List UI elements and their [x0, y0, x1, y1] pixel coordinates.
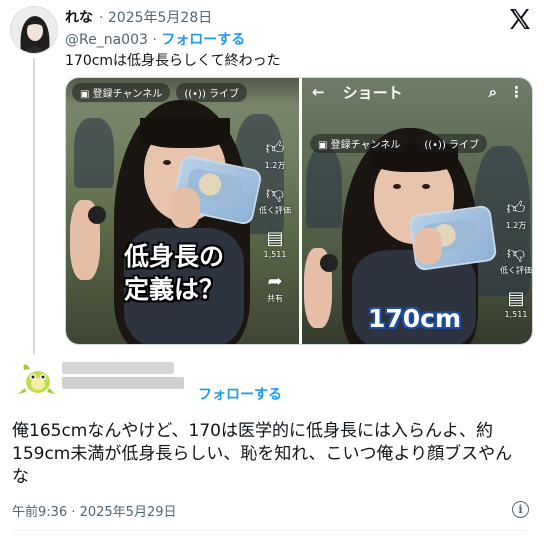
shorts-header: ← ショート ⌕ ⋮ — [302, 78, 532, 106]
quoted-follow-button[interactable]: フォローする — [161, 32, 245, 48]
live-icon: ((•)) — [184, 88, 206, 100]
search-icon[interactable]: ⌕ — [489, 83, 497, 101]
left-subscribe-pill[interactable]: ▣ 登録チャンネル — [72, 82, 171, 102]
quoted-author-avatar[interactable] — [10, 6, 58, 54]
more-icon[interactable]: ⋮ — [509, 83, 524, 101]
background-person — [306, 148, 342, 228]
comment-icon[interactable]: ▤ — [266, 230, 283, 248]
right-likes-count: 1.2万 — [505, 221, 527, 230]
media-grid[interactable]: ▣ 登録チャンネル ((•)) ライブ 低身長の 定義は？ 👍︎ 1.2万 👎︎… — [65, 77, 533, 345]
quoted-name-row: れな · 2025年5月28日 — [65, 7, 212, 27]
thumbs-up-icon[interactable]: 👍︎ — [507, 200, 526, 218]
shorts-header-title: ショート — [342, 83, 403, 102]
info-icon[interactable]: i — [512, 501, 529, 518]
comment-icon[interactable]: ▤ — [507, 290, 524, 308]
divider — [12, 530, 527, 531]
left-dislike-label: 低く評価 — [259, 206, 291, 215]
share-icon[interactable]: ➦ — [267, 273, 282, 291]
right-dislike-label: 低く評価 — [500, 266, 532, 275]
redacted-handle — [62, 377, 184, 389]
overlay-line-1: 低身長の — [124, 242, 225, 271]
background-person — [74, 118, 114, 188]
back-arrow-icon[interactable]: ← — [312, 83, 325, 101]
quoted-tweet-text: 170cmは低身長らしくて終わった — [65, 53, 281, 69]
girl-hand — [170, 188, 200, 228]
right-overlay-caption: 170cm — [368, 304, 462, 333]
x-logo-icon[interactable] — [508, 7, 532, 31]
reply-follow-button[interactable]: フォローする — [198, 384, 282, 404]
redacted-display-name — [62, 362, 174, 374]
left-overlay-caption: 低身長の 定義は？ — [124, 240, 224, 306]
overlay-line-2: 定義は？ — [124, 275, 225, 304]
left-share-label: 共有 — [267, 294, 283, 303]
video-still-right[interactable]: ← ショート ⌕ ⋮ ▣ 登録チャンネル ((•)) ライブ 170cm 👍︎ … — [302, 78, 532, 344]
thumbs-down-icon[interactable]: 👎︎ — [266, 185, 284, 203]
girl-bangs — [140, 118, 230, 148]
quoted-date[interactable]: · 2025年5月28日 — [99, 10, 212, 26]
right-subscribe-pill[interactable]: ▣ 登録チャンネル — [310, 134, 409, 153]
quoted-display-name[interactable]: れな — [65, 10, 93, 26]
quoted-handle[interactable]: @Re_na003 · — [65, 32, 157, 48]
left-action-rail: 👍︎ 1.2万 👎︎ 低く評価 ▤ 1,511 ➦ 共有 — [259, 140, 291, 304]
right-live-pill[interactable]: ((•)) ライブ — [416, 134, 488, 153]
left-comments-count: 1,511 — [263, 250, 287, 259]
girl-hand — [414, 228, 442, 264]
right-pill-row: ▣ 登録チャンネル ((•)) ライブ — [310, 134, 488, 153]
reply-author-avatar[interactable] — [16, 358, 56, 398]
left-likes-count: 1.2万 — [264, 161, 286, 170]
thread-line — [33, 58, 35, 354]
live-icon: ((•)) — [424, 140, 446, 151]
reply-timestamp[interactable]: 午前9:36 · 2025年5月29日 — [12, 501, 177, 520]
microphone — [320, 254, 338, 272]
girl-eye — [163, 160, 171, 165]
girl-eye — [422, 184, 430, 189]
video-still-left[interactable]: ▣ 登録チャンネル ((•)) ライブ 低身長の 定義は？ 👍︎ 1.2万 👎︎… — [66, 78, 299, 344]
thumbs-down-icon[interactable]: 👎︎ — [507, 245, 525, 263]
microphone — [88, 206, 106, 224]
right-comments-count: 1,511 — [504, 310, 528, 319]
left-topbar: ▣ 登録チャンネル ((•)) ライブ — [66, 78, 299, 106]
reply-tweet-text: 俺165cmなんやけど、170は医学的に低身長には入らんよ、約159cm未満が低… — [12, 421, 513, 487]
girl-eye — [393, 184, 401, 189]
left-live-pill[interactable]: ((•)) ライブ — [176, 82, 248, 102]
quoted-handle-row: @Re_na003 · フォローする — [65, 29, 245, 49]
right-action-rail: 👍︎ 1.2万 👎︎ 低く評価 ▤ 1,511 — [500, 200, 532, 320]
thumbs-up-icon[interactable]: 👍︎ — [266, 140, 285, 158]
